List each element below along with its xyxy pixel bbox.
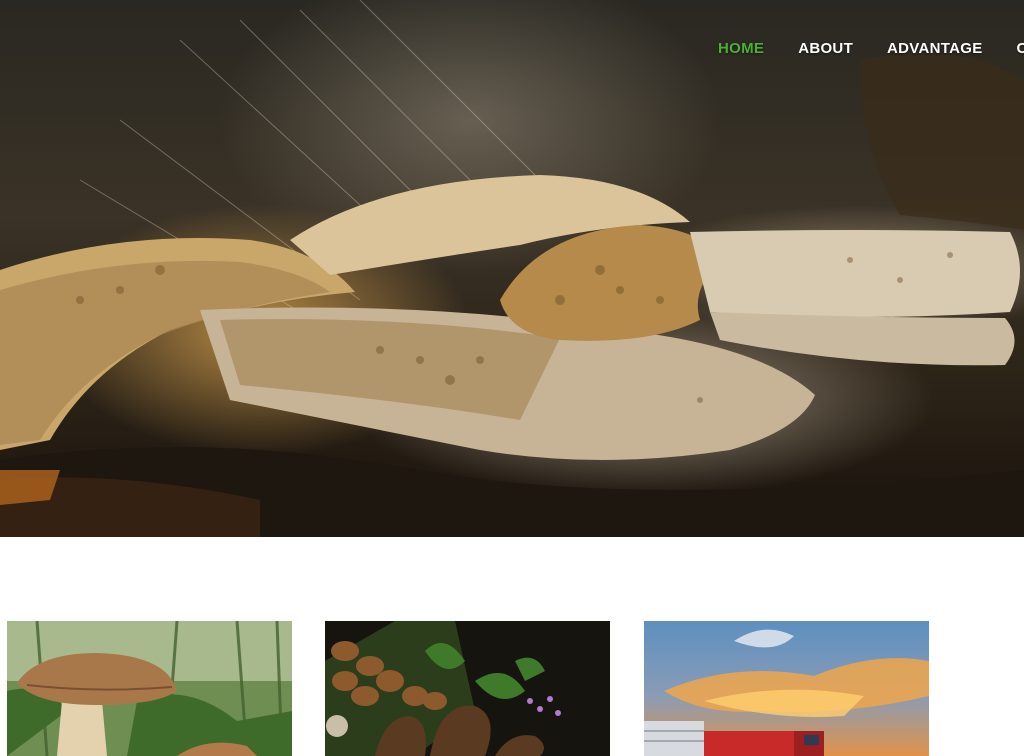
card-truck-sunset[interactable] <box>644 621 929 756</box>
morels-image <box>325 621 610 756</box>
nav-item-c[interactable]: C <box>1017 40 1024 57</box>
nav-item-home[interactable]: HOME <box>718 40 764 57</box>
card-morels[interactable] <box>325 621 610 756</box>
main-nav: HOME ABOUT ADVANTAGE C <box>718 40 1024 57</box>
nav-item-advantage[interactable]: ADVANTAGE <box>887 40 982 57</box>
boletus-mushroom-image <box>7 621 292 756</box>
hero-banner: HOME ABOUT ADVANTAGE C <box>0 0 1024 537</box>
nav-item-about[interactable]: ABOUT <box>798 40 853 57</box>
hero-mushroom-image <box>0 0 1024 537</box>
card-boletus[interactable] <box>7 621 292 756</box>
truck-sunset-image <box>644 621 929 756</box>
